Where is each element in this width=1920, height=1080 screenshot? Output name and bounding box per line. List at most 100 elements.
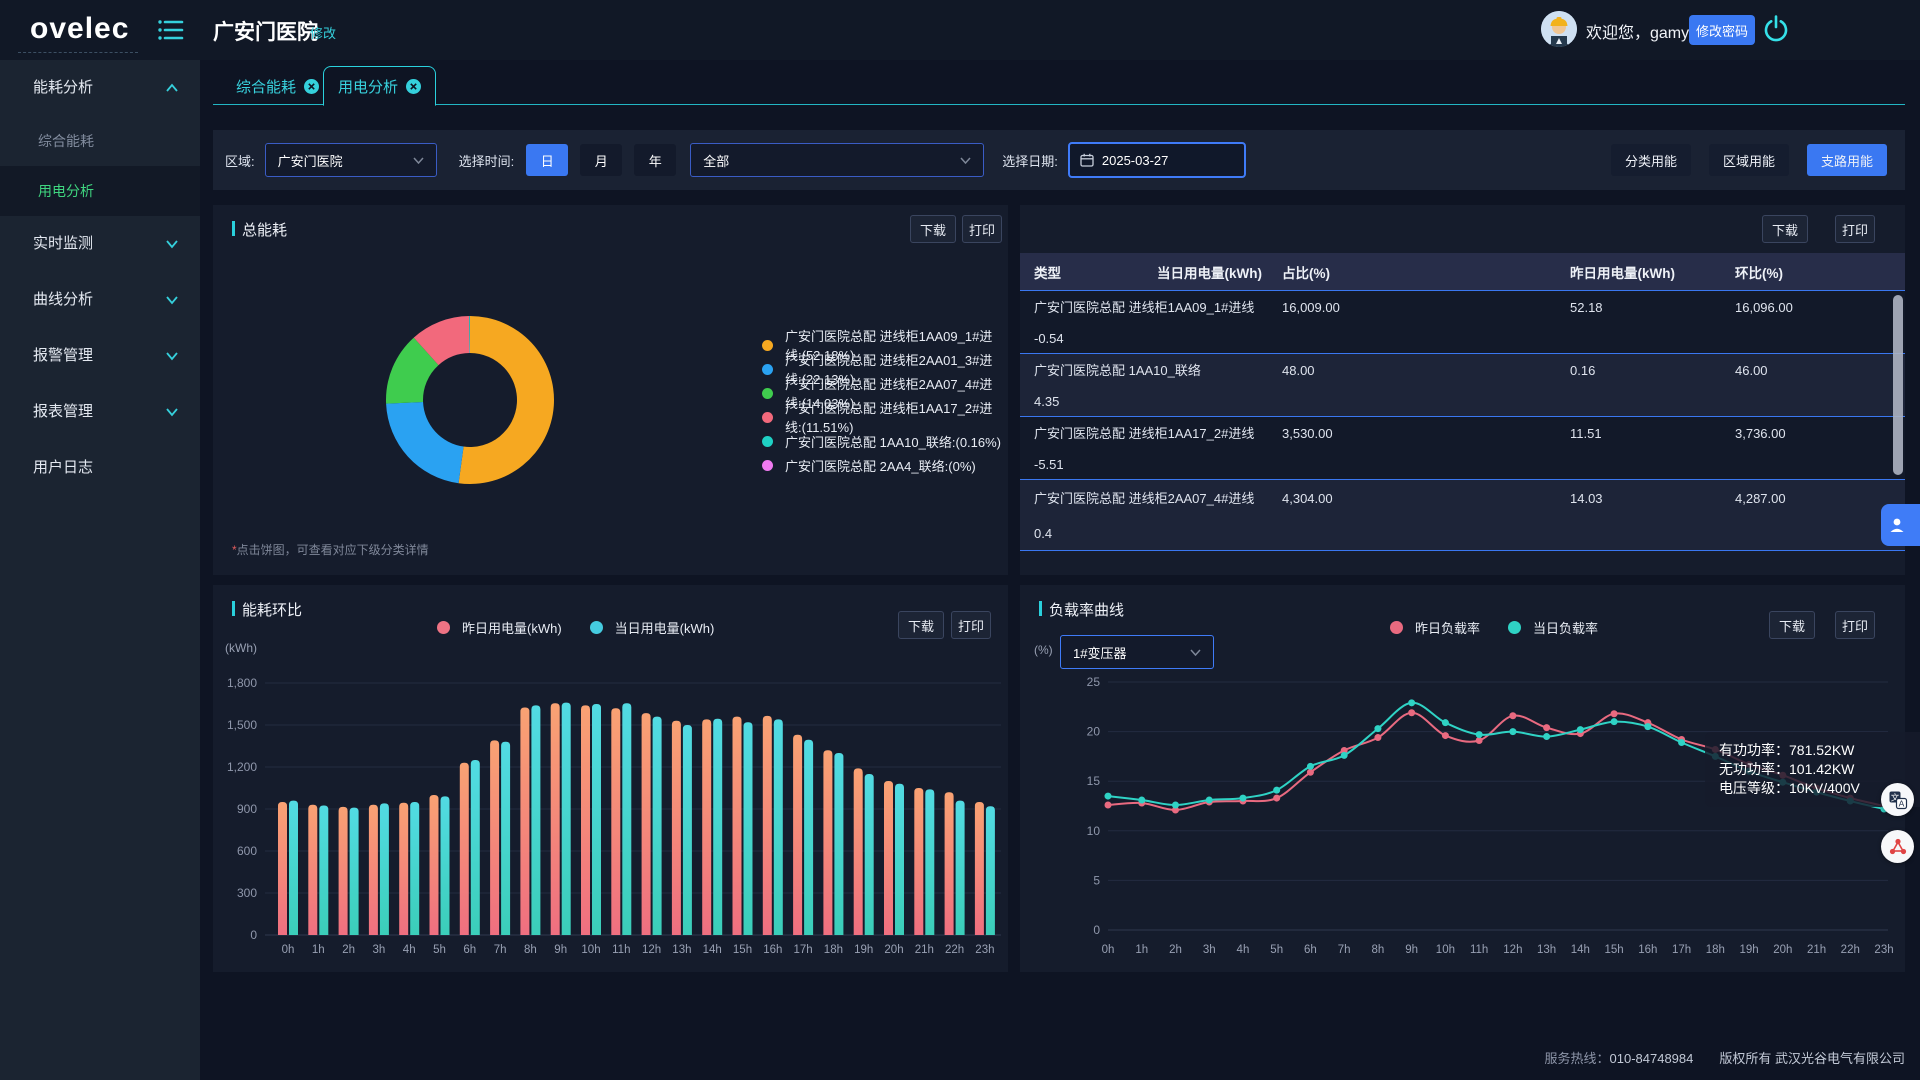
- area-select[interactable]: 广安门医院: [265, 143, 437, 177]
- sidebar-subitem-0-0[interactable]: 综合能耗: [0, 116, 200, 166]
- point-1-6: [1307, 763, 1314, 770]
- table-row-2[interactable]: 广安门医院总配 进线柜1AA17_2#进线3,530.0011.513,736.…: [1020, 417, 1905, 480]
- total-energy-panel: 总能耗 下载 打印 广安门医院总配 进线柜1AA09_1#进线:(52.18%)…: [213, 205, 1008, 575]
- bar-yesterday-1: [308, 805, 317, 935]
- tooltip-line: 无功功率：101.42KW: [1719, 760, 1915, 779]
- scope-select[interactable]: 全部: [690, 143, 984, 177]
- menu-collapse-icon[interactable]: [157, 17, 185, 43]
- footer: 服务热线：010-84748984 版权所有 武汉光谷电气有限公司: [1545, 1048, 1906, 1067]
- page-title: 广安门医院: [213, 16, 318, 46]
- cell-value: 48.00: [1282, 363, 1570, 378]
- legend-item-5[interactable]: 广安门医院总配 2AA4_联络:(0%): [762, 453, 1008, 477]
- tab-comprehensive-energy[interactable]: 综合能耗: [222, 67, 333, 105]
- table-row-3[interactable]: 广安门医院总配 进线柜2AA07_4#进线4,304.0014.034,287.…: [1020, 480, 1905, 551]
- time-year-button[interactable]: 年: [634, 144, 676, 176]
- bar-today-6: [471, 760, 480, 935]
- print-button[interactable]: 打印: [962, 215, 1002, 243]
- sidebar-item-0[interactable]: 能耗分析: [0, 60, 200, 116]
- bar-yesterday-22: [945, 792, 954, 935]
- svg-text:1,800: 1,800: [227, 676, 257, 690]
- sidebar-item-1[interactable]: 实时监测: [0, 216, 200, 272]
- bar-today-17: [804, 740, 813, 935]
- time-day-button[interactable]: 日: [526, 144, 568, 176]
- legend-item-4[interactable]: 广安门医院总配 1AA10_联络:(0.16%): [762, 429, 1008, 453]
- change-password-button[interactable]: 修改密码: [1689, 15, 1755, 45]
- pie-slice-0[interactable]: [459, 316, 554, 484]
- svg-text:14h: 14h: [703, 944, 722, 956]
- table-header-cell: 环比(%): [1735, 262, 1905, 282]
- tab-bar: 综合能耗 用电分析: [200, 60, 1920, 105]
- extension-float-button[interactable]: [1881, 830, 1914, 863]
- bar-yesterday-8: [520, 708, 529, 936]
- svg-text:1,200: 1,200: [227, 760, 257, 774]
- cell-value: 0.16: [1570, 363, 1735, 378]
- cell-value: 4,287.00: [1735, 491, 1905, 506]
- bar-yesterday-14: [702, 719, 711, 935]
- table-row-0[interactable]: 广安门医院总配 进线柜1AA09_1#进线16,009.0052.1816,09…: [1020, 291, 1905, 354]
- bar-yesterday-20: [884, 781, 893, 935]
- svg-text:300: 300: [237, 886, 257, 900]
- svg-text:6h: 6h: [463, 944, 476, 956]
- svg-text:22h: 22h: [945, 944, 964, 956]
- region-energy-button[interactable]: 区域用能: [1709, 144, 1789, 176]
- svg-text:13h: 13h: [672, 944, 691, 956]
- bar-today-13: [683, 725, 692, 935]
- sidebar-item-2[interactable]: 曲线分析: [0, 272, 200, 328]
- point-1-17: [1678, 739, 1685, 746]
- bar-yesterday-19: [854, 768, 863, 935]
- edit-site-link[interactable]: 修改: [310, 23, 336, 42]
- cell-type: 广安门医院总配 进线柜1AA09_1#进线: [1034, 298, 1269, 318]
- point-1-4: [1239, 795, 1246, 802]
- print-button[interactable]: 打印: [1835, 215, 1875, 243]
- svg-text:14h: 14h: [1571, 944, 1590, 956]
- chevron-up-icon: [166, 83, 178, 93]
- cell-value: 3,530.00: [1282, 426, 1570, 441]
- point-0-12: [1509, 712, 1516, 719]
- bar-yesterday-9: [551, 703, 560, 935]
- category-energy-button[interactable]: 分类用能: [1611, 144, 1691, 176]
- logout-power-icon[interactable]: [1763, 12, 1789, 48]
- svg-text:20h: 20h: [1773, 944, 1792, 956]
- point-0-15: [1611, 710, 1618, 717]
- cell-value: 16,009.00: [1282, 300, 1570, 315]
- sidebar-item-label: 报警管理: [33, 347, 93, 364]
- branch-energy-button[interactable]: 支路用能: [1807, 144, 1887, 176]
- time-label: 选择时间:: [459, 151, 515, 170]
- bar-yesterday-12: [642, 713, 651, 935]
- svg-text:12h: 12h: [1503, 944, 1522, 956]
- legend-item-3[interactable]: 广安门医院总配 进线柜1AA17_2#进线:(11.51%): [762, 405, 1008, 429]
- svg-text:0h: 0h: [282, 944, 295, 956]
- svg-text:2h: 2h: [1169, 944, 1182, 956]
- chevron-down-icon: [413, 157, 424, 164]
- welcome-text: 欢迎您，gamyy: [1586, 19, 1697, 43]
- tab-close-icon[interactable]: [304, 79, 319, 94]
- sidebar-item-3[interactable]: 报警管理: [0, 328, 200, 384]
- tab-label: 综合能耗: [236, 76, 296, 97]
- sidebar-item-4[interactable]: 报表管理: [0, 384, 200, 440]
- bar-yesterday-13: [672, 721, 681, 935]
- tooltip-line: 有功功率：781.52KW: [1719, 741, 1915, 760]
- collapsed-panel-tab[interactable]: [1881, 504, 1920, 546]
- bar-chart[interactable]: 03006009001,2001,5001,8000h1h2h3h4h5h6h7…: [213, 585, 1008, 972]
- bar-today-22: [956, 801, 965, 935]
- table-row-1[interactable]: 广安门医院总配 1AA10_联络48.000.1646.004.35: [1020, 354, 1905, 417]
- bar-yesterday-23: [975, 802, 984, 935]
- point-0-13: [1543, 724, 1550, 731]
- download-button[interactable]: 下载: [910, 215, 956, 243]
- legend-dot: [762, 364, 773, 375]
- pie-slice-1[interactable]: [386, 402, 464, 483]
- donut-chart[interactable]: [213, 250, 773, 580]
- download-button[interactable]: 下载: [1762, 215, 1808, 243]
- tab-electricity-analysis[interactable]: 用电分析: [323, 66, 436, 106]
- copyright-text: 版权所有 武汉光谷电气有限公司: [1719, 1048, 1905, 1067]
- translate-float-button[interactable]: 文 A: [1881, 783, 1914, 816]
- time-month-button[interactable]: 月: [580, 144, 622, 176]
- sidebar-item-5[interactable]: 用户日志: [0, 440, 200, 496]
- sidebar-item-label: 实时监测: [33, 235, 93, 252]
- table-scrollbar[interactable]: [1893, 295, 1903, 475]
- sidebar-subitem-0-1[interactable]: 用电分析: [0, 166, 200, 216]
- pie-legend: 广安门医院总配 进线柜1AA09_1#进线:(52.18%)广安门医院总配 进线…: [762, 333, 1008, 477]
- bar-today-18: [834, 753, 843, 935]
- tab-close-icon[interactable]: [406, 79, 421, 94]
- date-picker[interactable]: 2025-03-27: [1068, 142, 1246, 178]
